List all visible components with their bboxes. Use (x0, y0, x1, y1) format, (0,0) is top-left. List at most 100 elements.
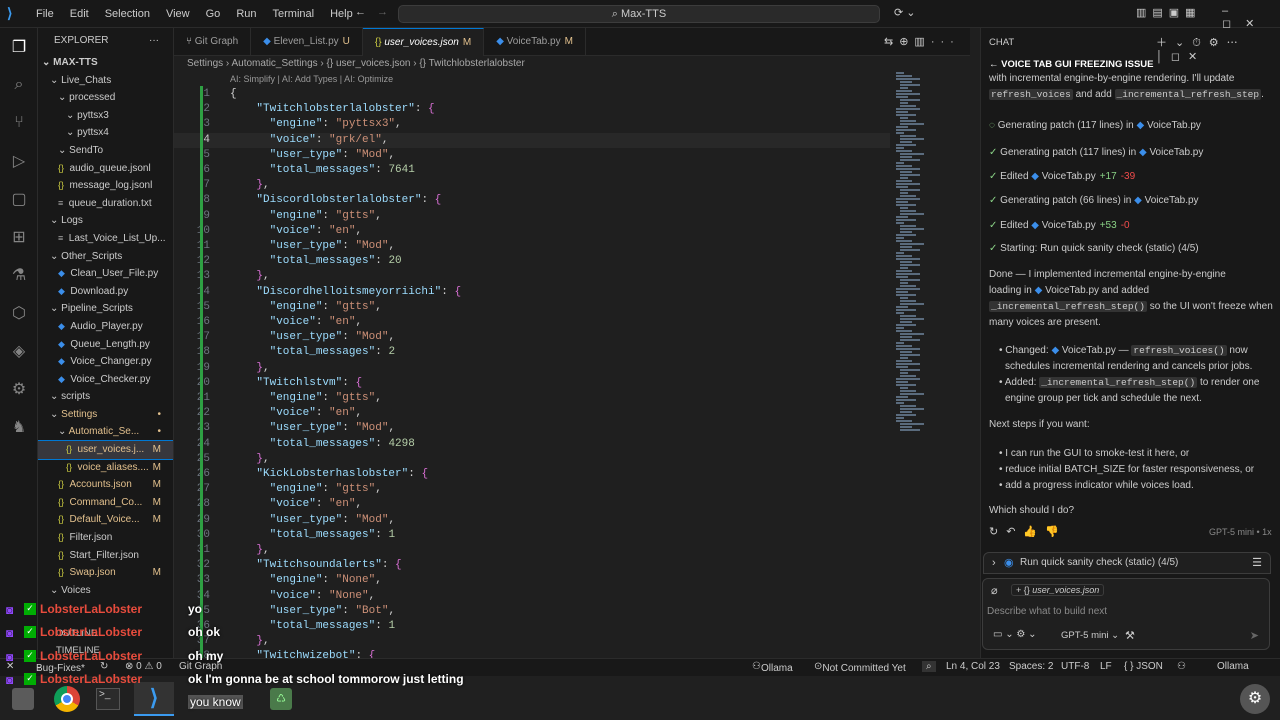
tree-item[interactable]: ◆ Clean_User_File.py (38, 265, 173, 283)
run-debug-icon[interactable]: ▷ (0, 142, 38, 180)
send-icon[interactable]: ➤ (1250, 629, 1259, 642)
tree-item[interactable]: ◆ Audio_Player.py (38, 318, 173, 336)
more-actions-icon[interactable]: ··· (149, 28, 159, 54)
option-text: reduce initial BATCH_SIZE for faster res… (1005, 464, 1255, 475)
explorer-icon[interactable]: ❐ (0, 28, 38, 66)
testing-icon[interactable]: ⚗ (0, 256, 38, 294)
tree-item[interactable]: ⌄ Pipeline_Scripts (38, 300, 173, 318)
layout-icons[interactable]: ▥▤▣▦ (1136, 6, 1202, 19)
file-link[interactable]: VoiceTab.py (1042, 171, 1096, 182)
encoding[interactable]: UTF-8 (1061, 661, 1089, 672)
extensions-icon[interactable]: ⊞ (0, 218, 38, 256)
menu-terminal[interactable]: Terminal (265, 0, 323, 28)
language-mode[interactable]: { } JSON (1124, 661, 1163, 672)
breadcrumb[interactable]: Settings › Automatic_Settings › {} user_… (174, 56, 890, 72)
tree-item[interactable]: ⌄ Live_Chats (38, 72, 173, 90)
tree-item[interactable]: ◆ Voice_Changer.py (38, 353, 173, 371)
tree-item[interactable]: ◆ Queue_Length.py (38, 336, 173, 354)
tree-item[interactable]: ⌄ scripts (38, 388, 173, 406)
tree-item[interactable]: {} user_voices.j... M (38, 440, 173, 460)
back-arrow-icon[interactable]: ← (989, 59, 1001, 70)
tree-item[interactable]: {} Start_Filter.json (38, 547, 173, 565)
feedback-icons[interactable]: ↻↶👍👎 (989, 525, 1067, 538)
tab-voicetab-py[interactable]: ◆ VoiceTab.py M (484, 28, 586, 56)
attachment-chip[interactable]: + {} user_voices.json (1011, 584, 1105, 596)
menu-run[interactable]: Run (228, 0, 264, 28)
menu-file[interactable]: File (28, 0, 62, 28)
python-icon[interactable]: ◈ (0, 332, 38, 370)
editor-actions-icons[interactable]: ⇆⊕▥··· (884, 35, 960, 48)
list-icon[interactable]: ☰ (1252, 556, 1262, 569)
tree-item[interactable]: ⌄ Logs (38, 212, 173, 230)
pet-icon[interactable]: ♞ (0, 408, 38, 446)
settings-gear-icon[interactable]: ⚙ (0, 370, 38, 408)
source-control-icon[interactable]: ⑂ (0, 104, 38, 142)
code-editor[interactable]: 1{2 "Twitchlobsterlalobster": {3 "engine… (174, 86, 890, 658)
chat-toolbar-icons[interactable]: ＋⌄⏱⚙⋯│◻✕ (1156, 34, 1280, 63)
system-menu-icon[interactable]: ⚙ (1240, 684, 1270, 714)
tree-item[interactable]: {} Default_Voice... M (38, 511, 173, 529)
line-number: 5 (203, 148, 210, 161)
tree-item[interactable]: {} Filter.json (38, 529, 173, 547)
cursor-position[interactable]: Ln 4, Col 23 (946, 661, 1000, 672)
chevron-down-icon: ⌄ (42, 57, 54, 68)
agent-mode-icon[interactable]: ▭ ⌄ ⚙ ⌄ (993, 629, 1037, 640)
codelens[interactable]: AI: Simplify | AI: Add Types | AI: Optim… (230, 72, 393, 86)
menu-selection[interactable]: Selection (97, 0, 158, 28)
indentation[interactable]: Spaces: 2 (1009, 661, 1053, 672)
nav-back-icon[interactable]: ← (355, 6, 366, 18)
containers-icon[interactable]: ⬡ (0, 294, 38, 332)
tree-item[interactable]: ⌄ Automatic_Se... • (38, 423, 173, 441)
menu-go[interactable]: Go (198, 0, 229, 28)
tree-item[interactable]: {} Command_Co... M (38, 494, 173, 512)
tab-user-voices-json[interactable]: {} user_voices.json M (362, 28, 485, 56)
line-number: 6 (203, 164, 210, 176)
file-link[interactable]: VoiceTab.py (1062, 345, 1116, 356)
tree-item[interactable]: ≡ queue_duration.txt (38, 195, 173, 213)
tree-item[interactable]: {} message_log.jsonl (38, 177, 173, 195)
chat-input-placeholder[interactable]: Describe what to build next (987, 606, 1107, 617)
tree-item[interactable]: ≡ Last_Voice_List_Up... (38, 230, 173, 248)
tree-item[interactable]: {} voice_aliases.... M (38, 459, 173, 477)
file-link[interactable]: VoiceTab.py (1042, 220, 1096, 231)
git-blame-status[interactable]: ⊙ Not Committed Yet (814, 661, 906, 674)
tree-item[interactable]: {} Accounts.json M (38, 476, 173, 494)
zoom-icon[interactable]: ⌕ (922, 661, 936, 672)
tree-item[interactable]: ⌄ pyttsx3 (38, 107, 173, 125)
ollama-status-2[interactable]: Ollama (1217, 661, 1249, 672)
nav-forward-icon[interactable]: → (377, 6, 388, 18)
file-link[interactable]: VoiceTab.py (1147, 120, 1201, 131)
tree-item[interactable]: ⌄ Settings • (38, 406, 173, 424)
window-controls[interactable]: –◻✕ (1222, 5, 1280, 30)
eol[interactable]: LF (1100, 661, 1112, 672)
tree-item[interactable]: ⌄ pyttsx4 (38, 124, 173, 142)
file-link[interactable]: VoiceTab.py (1149, 147, 1203, 158)
tab-eleven-list-py[interactable]: ◆ Eleven_List.py U (251, 28, 363, 56)
tree-item[interactable]: {} Swap.json M (38, 564, 173, 582)
chat-input[interactable]: ⌀ + {} user_voices.json Describe what to… (982, 578, 1270, 650)
menu-edit[interactable]: Edit (62, 0, 97, 28)
remote-explorer-icon[interactable]: ▢ (0, 180, 38, 218)
tree-item[interactable]: ⌄ Other_Scripts (38, 248, 173, 266)
search-icon[interactable]: ⌕ (0, 66, 38, 104)
copilot-icon[interactable]: ⟳ ⌄ (894, 6, 916, 19)
tree-item[interactable]: {} audio_queue.jsonl (38, 160, 173, 178)
menu-view[interactable]: View (158, 0, 198, 28)
tree-item[interactable]: ⌄ SendTo (38, 142, 173, 160)
file-link[interactable]: VoiceTab.py (1145, 195, 1199, 206)
minimap[interactable] (890, 72, 950, 442)
tools-icon[interactable]: ⚒ (1125, 629, 1135, 642)
copilot-status-icon[interactable]: ⚇ (1177, 661, 1186, 672)
ollama-status[interactable]: ⚇ Ollama (752, 661, 793, 674)
file-link[interactable]: VoiceTab.py (1045, 285, 1099, 296)
command-center-search[interactable]: ⌕ Max-TTS (398, 5, 880, 23)
model-picker[interactable]: GPT-5 mini ⌄ (1061, 630, 1119, 641)
todo-bar[interactable]: › ◉ Run quick sanity check (static) (4/5… (983, 552, 1271, 574)
tree-item[interactable]: ⌄ processed (38, 89, 173, 107)
attach-icon[interactable]: ⌀ (991, 584, 998, 597)
tree-item[interactable]: ◆ Download.py (38, 283, 173, 301)
tab-git-graph[interactable]: ⑂ Git Graph (174, 28, 252, 56)
tree-item[interactable]: ⌄ Voices (38, 582, 173, 600)
workspace-root[interactable]: ⌄ MAX-TTS (38, 54, 173, 72)
tree-item[interactable]: ◆ Voice_Checker.py (38, 371, 173, 389)
